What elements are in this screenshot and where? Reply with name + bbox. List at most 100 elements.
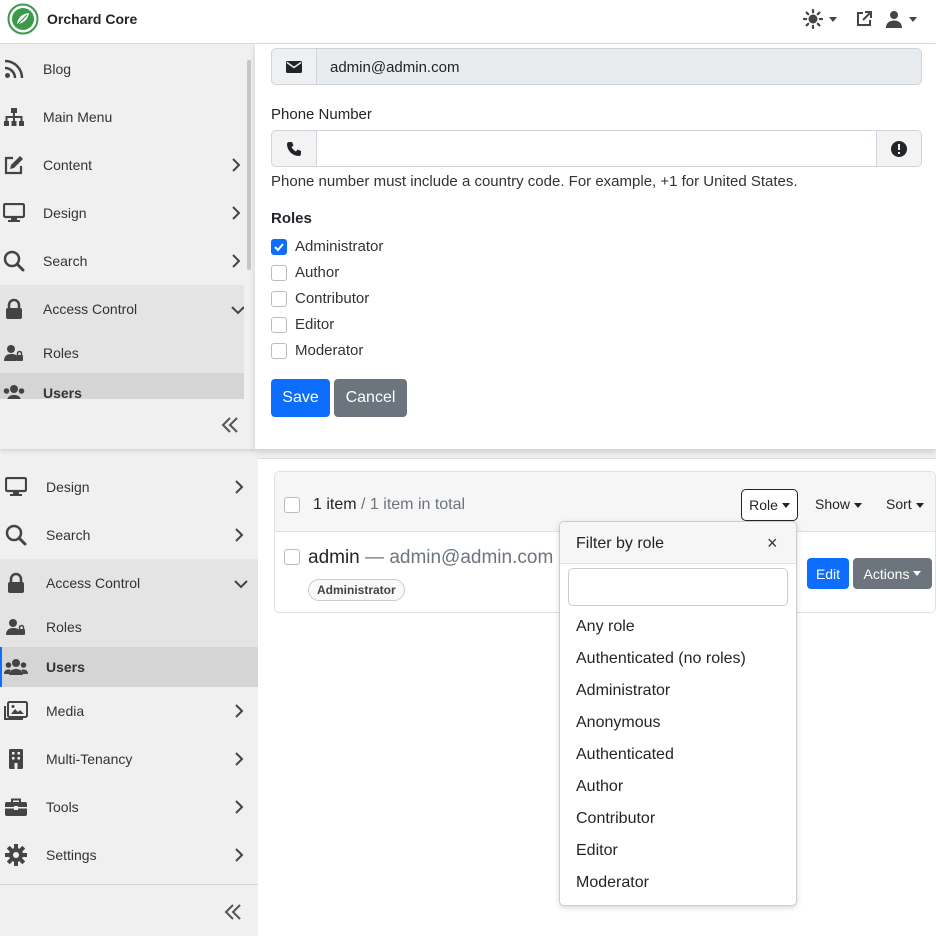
collapse-sidebar-icon[interactable] [222,901,244,923]
checkbox[interactable] [271,291,287,307]
role-option-contributor[interactable]: Contributor [576,810,655,828]
sidebar-item-label: Media [46,703,85,719]
phone-field-group [271,130,922,167]
user-row-checkbox[interactable] [284,549,300,565]
lock-icon [4,571,28,595]
checkbox[interactable] [271,265,287,281]
caret-down-icon [829,16,837,22]
orchard-logo-icon[interactable] [7,3,39,35]
rss-icon [2,57,26,81]
role-option-authenticated-no-roles[interactable]: Authenticated (no roles) [576,650,746,668]
actions-button[interactable]: Actions [853,558,932,589]
bg-sidebar-item-design[interactable]: Design [0,463,258,511]
role-option-authenticated[interactable]: Authenticated [576,746,674,764]
sidebar-item-blog[interactable]: Blog [0,45,244,93]
sidebar-item-label: Blog [43,61,72,77]
bg-sidebar-item-tools[interactable]: Tools [0,783,258,831]
sidebar-item-label: Users [43,385,82,399]
theme-toggle-button[interactable] [803,8,843,30]
sidebar-scrollbar[interactable] [244,54,254,399]
envelope-icon [272,49,317,84]
sidebar-item-label: Settings [46,847,97,863]
show-filter-button[interactable]: Show [815,496,863,512]
role-option-moderator[interactable]: Moderator [576,874,649,892]
sitemap-icon [2,105,26,129]
app-title[interactable]: Orchard Core [47,11,137,27]
sort-button[interactable]: Sort [886,496,924,512]
lock-icon [2,297,26,321]
sidebar-item-access-control[interactable]: Access Control [0,285,245,333]
email-field[interactable]: admin@admin.com [271,48,922,85]
item-total: / 1 item in total [361,496,466,513]
sidebar-item-content[interactable]: Content [0,141,244,189]
bg-sidebar-item-access-control[interactable]: Access Control [0,559,258,607]
roles-label: Roles [271,210,312,227]
checkbox[interactable] [271,343,287,359]
monitor-icon [4,475,28,499]
role-filter-button[interactable]: Role [741,489,798,521]
exclamation-circle-icon [876,131,921,166]
edit-user-form: admin@admin.com Phone Number Phone numbe… [255,44,936,449]
sidebar-item-label: Access Control [43,301,138,317]
chevron-right-icon [234,800,248,814]
admin-sidebar: Blog Main Menu Content Design Search Acc… [0,44,255,449]
external-link-icon[interactable] [853,8,875,30]
page-header-band [258,449,936,459]
role-option-administrator[interactable]: Administrator [576,682,670,700]
chevron-right-icon [234,528,248,542]
bg-sidebar-item-search[interactable]: Search [0,511,258,559]
table-row[interactable]: admin — admin@admin.com [308,547,553,569]
users-count: 1 item / 1 item in total [313,496,465,514]
sidebar-item-label: Tools [46,799,79,815]
images-icon [4,699,28,723]
role-option-editor[interactable]: Editor [576,842,618,860]
select-all-checkbox[interactable] [284,497,300,513]
role-option-anonymous[interactable]: Anonymous [576,714,661,732]
save-button[interactable]: Save [271,379,330,417]
bg-sidebar-item-roles[interactable]: Roles [0,607,258,647]
sort-label: Sort [886,496,912,512]
phone-icon [272,131,317,166]
sidebar-item-roles[interactable]: Roles [0,333,244,373]
cancel-button[interactable]: Cancel [334,379,407,417]
caret-down-icon [913,571,922,576]
sidebar-item-label: Search [43,253,88,269]
phone-number-input[interactable] [318,131,878,166]
chevron-right-icon [234,752,248,766]
role-option-any-role[interactable]: Any role [576,618,635,636]
role-option-author[interactable]: Author [576,778,623,796]
chevron-down-icon [231,302,245,316]
checkbox-checked[interactable] [271,239,287,255]
sidebar-item-design[interactable]: Design [0,189,244,237]
sidebar-item-label: Design [43,205,87,221]
role-badge: Administrator [308,579,405,601]
user-lock-icon [4,615,28,639]
edit-button[interactable]: Edit [807,558,849,589]
sidebar-item-users[interactable]: Users [0,373,244,399]
collapse-sidebar-icon[interactable] [219,414,241,436]
close-icon[interactable]: × [767,533,778,554]
scrollbar-thumb[interactable] [247,60,251,270]
role-filter-search-input[interactable] [568,568,788,606]
bg-sidebar-item-users[interactable]: Users [0,647,258,687]
sidebar-item-label: Search [46,527,91,543]
bg-sidebar-item-settings[interactable]: Settings [0,831,258,879]
chevron-right-icon [231,158,245,172]
chevron-right-icon [231,254,245,268]
user-name[interactable]: admin [308,547,360,568]
role-label: Moderator [295,342,364,359]
bg-sidebar-item-media[interactable]: Media [0,687,258,735]
sidebar-item-label: Design [46,479,90,495]
top-navbar: Orchard Core [0,0,936,44]
user-lock-icon [2,341,26,365]
role-label: Administrator [295,238,384,255]
bg-sidebar-item-multi-tenancy[interactable]: Multi-Tenancy [0,735,258,783]
role-filter-dropdown: Filter by role × Any role Authenticated … [559,521,797,906]
sidebar-item-main-menu[interactable]: Main Menu [0,93,244,141]
toolbox-icon [4,795,28,819]
user-menu-button[interactable] [885,8,921,30]
checkbox[interactable] [271,317,287,333]
sidebar-item-search[interactable]: Search [0,237,244,285]
sun-icon [803,9,823,29]
sidebar-divider [0,884,258,885]
